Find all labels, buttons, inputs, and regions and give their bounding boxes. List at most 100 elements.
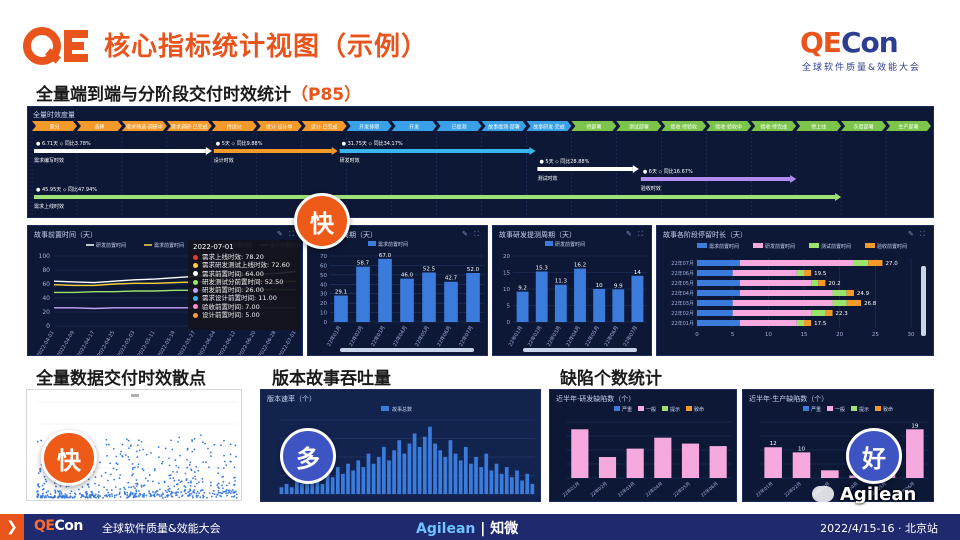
footer-date: 2022/4/15-16 · 北京站: [820, 522, 938, 535]
throughput-bar: [412, 433, 417, 494]
scatter-point: [228, 482, 231, 485]
chevron-right-icon[interactable]: ❯: [0, 514, 24, 540]
scatter-point: [97, 494, 100, 497]
scatter-point: [42, 487, 45, 490]
scatter-point: [94, 482, 96, 485]
gantt-stage-label: 生产部署: [899, 124, 919, 131]
defect-xtick: 22年02月: [589, 480, 609, 499]
scatter-point: [135, 490, 138, 493]
scatter-point: [160, 494, 163, 496]
tooltip-dot: [193, 312, 198, 318]
scatter-point: [45, 480, 48, 483]
hbar-segment: [697, 310, 733, 316]
tooltip-row-text: 需求研发测试上线时效: 72.60: [202, 261, 290, 270]
hbar-ytick: 22年02月: [671, 310, 694, 317]
scatter-point: [168, 487, 171, 490]
scatter-point: [43, 475, 46, 478]
scatter-point: [94, 493, 97, 496]
gantt-stage-label: 选择: [94, 124, 104, 131]
gantt-duration-value: ● 5天 ⬦ 同比28.88%: [539, 158, 589, 165]
scatter-point: [166, 491, 168, 494]
scatter-point: [212, 490, 215, 492]
scatter-point: [105, 438, 108, 441]
scatter-point: [220, 444, 222, 446]
hbar-total-label: 17.5: [814, 321, 827, 327]
scatter-point: [223, 454, 225, 457]
gantt-duration-value: ● 6天 ⬦ 同比16.67%: [643, 168, 693, 175]
bar-data-label: 58.7: [357, 261, 370, 267]
defect-legend-swatch: [686, 406, 692, 411]
hbar-segment: [739, 290, 833, 296]
throughput-bar: [330, 477, 335, 494]
scatter-point: [222, 467, 225, 470]
gantt-stage-label: 待上线: [811, 124, 826, 131]
scatter-point: [235, 493, 238, 496]
scatter-point: [37, 490, 39, 493]
scatter-point: [201, 489, 204, 492]
throughput-bar: [402, 453, 407, 494]
scatter-point: [177, 488, 180, 491]
scatter-point: [94, 476, 97, 478]
scatter-point: [210, 495, 213, 498]
defect-legend-swatch: [875, 406, 881, 411]
scatter-point: [195, 465, 198, 468]
gantt-duration-arrowhead: [331, 147, 338, 155]
hbar-total-label: 26.8: [864, 301, 877, 307]
scatter-point: [218, 487, 220, 490]
throughput-bar: [376, 457, 381, 494]
scatter-point: [139, 493, 142, 496]
scatter-point: [235, 496, 238, 499]
scatter-point: [187, 495, 190, 497]
line-legend-label: 需求前置时间: [154, 242, 184, 249]
scatter-point: [74, 493, 77, 496]
scatter-point: [228, 489, 231, 492]
throughput-bar: [438, 450, 443, 494]
scatter-point: [158, 488, 161, 491]
stage-duration-panel: 故事各阶段停留时长（天） ✎ ⛶ 需求前置时间 研发前置时间 测试前置时间 验收前置时…: [656, 225, 934, 356]
scatter-point: [144, 477, 147, 480]
gantt-duration-value: ● 45.95天 ⬦ 同比47.94%: [36, 186, 97, 193]
gantt-duration-value: ● 31.75天 ⬦ 同比34.17%: [342, 140, 403, 147]
scatter-point: [206, 496, 208, 499]
defect-legend-swatch: [851, 406, 857, 411]
bar: [334, 295, 348, 322]
scatter-point: [142, 469, 145, 472]
gantt-stage-label: 验收·待完成: [760, 124, 787, 131]
gantt-stage-label: 测试部署: [629, 124, 649, 131]
tooltip-rows: 需求上线时效: 78.20 需求研发测试上线时效: 72.60 需求前置时间: 64…: [193, 253, 295, 319]
defect-legend-swatch: [662, 406, 668, 411]
scatter-point: [81, 495, 84, 497]
scatter-point: [201, 441, 204, 444]
badge-fast-top: 快: [294, 193, 350, 249]
scatter-point: [133, 466, 136, 469]
gantt-duration-arrowhead: [632, 165, 639, 173]
scatter-point: [47, 490, 50, 493]
hbar-segment: [697, 280, 740, 286]
scatter-point: [143, 496, 145, 498]
gantt-duration-bar: [537, 167, 633, 171]
hbar-segment: [811, 280, 819, 286]
gantt-stage-label: 故事研发·完成: [533, 124, 565, 131]
scatter-point: [233, 466, 236, 469]
gantt-duration-label: 验收时效: [641, 185, 661, 192]
scatter-point: [124, 488, 126, 491]
scatter-point: [44, 495, 47, 497]
scatter-point: [217, 482, 220, 485]
scatter-point: [145, 494, 148, 497]
defect-bar: [906, 429, 924, 478]
scatter-point: [158, 456, 160, 458]
bar-legend-label: 研发前置时间: [555, 241, 585, 248]
scatter-point: [131, 493, 134, 496]
throughput-bar: [484, 453, 489, 494]
bar-xtick: 22年01月: [507, 325, 524, 348]
scatter-point: [216, 484, 219, 487]
scatter-point: [145, 453, 148, 456]
scatter-point: [177, 466, 180, 469]
scatter-point: [171, 491, 174, 494]
scatter-point: [234, 480, 236, 482]
scatter-point: [177, 441, 180, 443]
scatter-point: [124, 454, 127, 456]
scatter-point: [207, 447, 209, 450]
line-xtick: 2022-05-19: [157, 330, 177, 356]
bar-ytick: 0: [507, 320, 511, 326]
